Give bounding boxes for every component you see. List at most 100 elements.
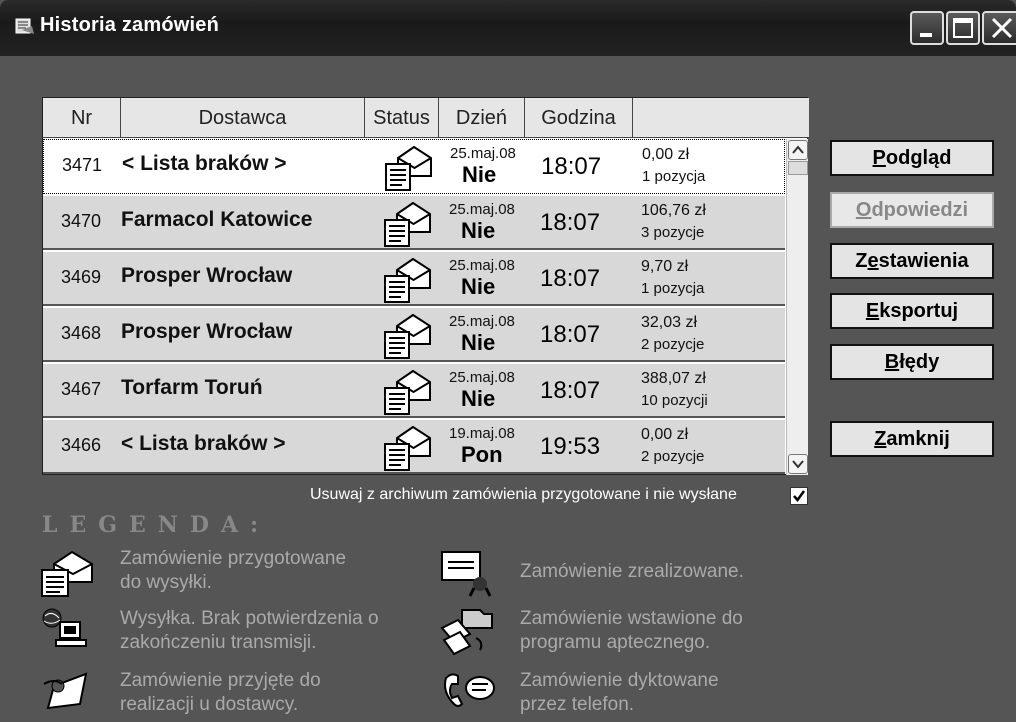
maximize-icon	[953, 18, 973, 38]
preview-button[interactable]: Podgląd	[830, 140, 994, 176]
globe-computer-icon	[42, 608, 87, 647]
supplier-name: Prosper Wrocław	[121, 320, 293, 343]
supplier-name: < Lista braków >	[121, 432, 286, 455]
order-number: 3469	[61, 267, 102, 287]
order-weekday: Nie	[461, 274, 496, 299]
legend-text-completed: Zamówienie zrealizowane.	[520, 561, 744, 582]
order-positions: 3 pozycje	[641, 224, 705, 241]
errors-button[interactable]: Błędy	[830, 344, 994, 380]
order-weekday: Nie	[461, 330, 496, 355]
scroll-thumb[interactable]	[788, 161, 808, 175]
order-amount: 106,76 zł	[641, 202, 706, 219]
maximize-button[interactable]	[946, 11, 980, 45]
order-number: 3466	[61, 435, 102, 455]
order-date: 25.maj.08	[450, 145, 516, 162]
order-date: 25.maj.08	[449, 369, 515, 386]
table-header: Nr Dostawca Status Dzień Godzina	[43, 98, 809, 138]
table-row[interactable]: 3468 Prosper Wrocław 25.maj.08 Nie 18:07 32,0…	[43, 307, 785, 362]
order-positions: 10 pozycji	[641, 392, 708, 409]
orders-table: Nr Dostawca Status Dzień Godzina 3471 < L…	[42, 97, 809, 475]
order-time: 19:53	[540, 433, 601, 460]
header-time[interactable]: Godzina	[525, 98, 633, 138]
legend-text-sending: Wysyłka. Brak potwierdzenia o zakończeniu…	[120, 608, 379, 653]
supplier-name: < Lista braków >	[122, 152, 287, 175]
scroll-down-button[interactable]	[788, 454, 808, 474]
supplier-name: Prosper Wrocław	[121, 264, 293, 287]
order-amount: 0,00 zł	[641, 426, 689, 443]
status-icon-cell	[384, 144, 434, 192]
header-status[interactable]: Status	[365, 98, 439, 138]
minimize-icon	[920, 33, 932, 37]
envelope-document-icon	[384, 369, 431, 415]
order-date: 25.maj.08	[449, 201, 515, 218]
order-positions: 2 pozycje	[641, 336, 705, 353]
order-time: 18:07	[541, 153, 602, 180]
order-amount: 9,70 zł	[641, 258, 689, 275]
responses-button[interactable]: Odpowiedzi	[830, 192, 994, 228]
title-bar[interactable]: Historia zamówień	[0, 0, 1016, 56]
summaries-button[interactable]: Zestawienia	[830, 243, 994, 279]
archive-delete-checkbox[interactable]	[790, 487, 808, 505]
legend-text-accepted: Zamówienie przyjęte do realizacji u dosta…	[120, 670, 321, 715]
archive-delete-label: Usuwaj z archiwum zamówienia przygotowan…	[310, 486, 737, 503]
status-icon-cell	[383, 200, 433, 248]
order-number: 3471	[62, 155, 103, 175]
chevron-up-icon	[792, 145, 804, 154]
vertical-scrollbar[interactable]	[786, 139, 808, 475]
envelope-document-icon	[41, 550, 93, 597]
legend-title: LEGENDA:	[42, 512, 271, 538]
order-time: 18:07	[540, 321, 601, 348]
phone-speech-icon	[444, 673, 495, 707]
envelope-document-icon	[384, 313, 431, 359]
window-title: Historia zamówień	[40, 14, 219, 36]
header-amount[interactable]	[633, 98, 809, 138]
table-row[interactable]: 3469 Prosper Wrocław 25.maj.08 Nie 18:07 9,70…	[43, 251, 785, 306]
order-number: 3470	[61, 211, 102, 231]
certificate-icon	[441, 551, 492, 597]
order-date: 19.maj.08	[449, 425, 515, 442]
table-row[interactable]: 3471 < Lista braków > 25.maj.08 Nie 18:07 0,0…	[43, 139, 785, 194]
status-icon-cell	[383, 368, 433, 416]
order-number: 3467	[61, 379, 102, 399]
folder-transfer-icon	[440, 609, 493, 656]
minimize-button[interactable]	[910, 11, 944, 45]
header-nr[interactable]: Nr	[43, 98, 121, 138]
close-icon	[991, 17, 1013, 39]
legend-text-dictated: Zamówienie dyktowane przez telefon.	[520, 670, 719, 715]
header-supplier[interactable]: Dostawca	[121, 98, 365, 138]
header-day[interactable]: Dzień	[439, 98, 525, 138]
order-date: 25.maj.08	[449, 257, 515, 274]
order-time: 18:07	[540, 265, 601, 292]
close-button[interactable]	[982, 11, 1016, 45]
order-date: 25.maj.08	[449, 313, 515, 330]
order-weekday: Nie	[461, 218, 496, 243]
order-history-window: Historia zamówień Nr Dostawca Status Dzi…	[0, 0, 1016, 722]
order-positions: 2 pozycje	[641, 448, 705, 465]
order-amount: 32,03 zł	[641, 314, 698, 331]
order-time: 18:07	[540, 377, 601, 404]
envelope-document-icon	[384, 257, 431, 303]
order-positions: 1 pozycja	[641, 280, 705, 297]
order-positions: 1 pozycja	[642, 168, 706, 185]
table-row[interactable]: 3470 Farmacol Katowice 25.maj.08 Nie 18:07 10…	[43, 195, 785, 250]
app-icon	[15, 18, 34, 34]
envelope-document-icon	[385, 145, 432, 191]
order-time: 18:07	[540, 209, 601, 236]
checkmark-icon	[793, 490, 806, 503]
status-icon-cell	[383, 424, 433, 472]
legend-text-inserted: Zamówienie wstawione do programu apteczne…	[520, 608, 743, 653]
scroll-up-button[interactable]	[788, 140, 808, 160]
supplier-name: Torfarm Toruń	[121, 376, 263, 399]
table-row[interactable]: 3466 < Lista braków > 19.maj.08 Pon 19:53 0,0…	[43, 419, 785, 474]
order-amount: 0,00 zł	[642, 146, 690, 163]
envelope-document-icon	[384, 425, 431, 471]
legend-text-prepared: Zamówienie przygotowane do wysyłki.	[120, 548, 347, 593]
order-weekday: Nie	[461, 386, 496, 411]
table-row[interactable]: 3467 Torfarm Toruń 25.maj.08 Nie 18:07 388,07…	[43, 363, 785, 418]
order-weekday: Nie	[462, 162, 497, 187]
close-window-button[interactable]: Zamknij	[830, 421, 994, 457]
accepted-document-icon	[43, 672, 88, 710]
chevron-down-icon	[792, 460, 804, 469]
export-button[interactable]: Eksportuj	[830, 293, 994, 329]
order-amount: 388,07 zł	[641, 370, 706, 387]
